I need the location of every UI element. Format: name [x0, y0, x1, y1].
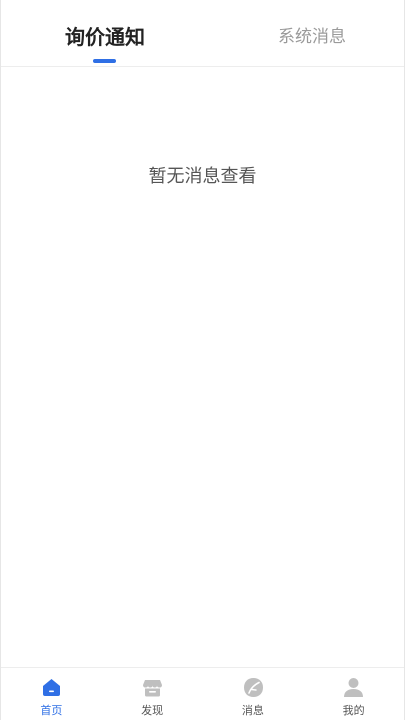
leaf-icon — [243, 677, 264, 698]
nav-label-messages: 消息 — [241, 704, 264, 717]
nav-item-profile[interactable]: 我的 — [303, 668, 404, 721]
nav-item-home[interactable]: 首页 — [1, 668, 102, 721]
nav-item-discover[interactable]: 发现 — [102, 668, 203, 721]
user-icon — [343, 677, 364, 698]
nav-label-home: 首页 — [40, 704, 63, 717]
app-screen: 询价通知 系统消息 暂无消息查看 首页 发现 消息 我的 — [0, 0, 405, 721]
tab-inquiry-notifications[interactable]: 询价通知 — [45, 22, 165, 52]
store-icon — [142, 677, 163, 698]
nav-item-messages[interactable]: 消息 — [203, 668, 304, 721]
home-icon — [41, 677, 62, 698]
tab-bar: 询价通知 系统消息 — [1, 0, 404, 67]
bottom-navigation: 首页 发现 消息 我的 — [1, 667, 404, 721]
empty-state-text: 暂无消息查看 — [148, 166, 257, 187]
active-tab-indicator — [93, 59, 116, 63]
nav-label-profile: 我的 — [342, 704, 365, 717]
tab-system-messages[interactable]: 系统消息 — [252, 22, 372, 52]
nav-label-discover: 发现 — [141, 704, 164, 717]
